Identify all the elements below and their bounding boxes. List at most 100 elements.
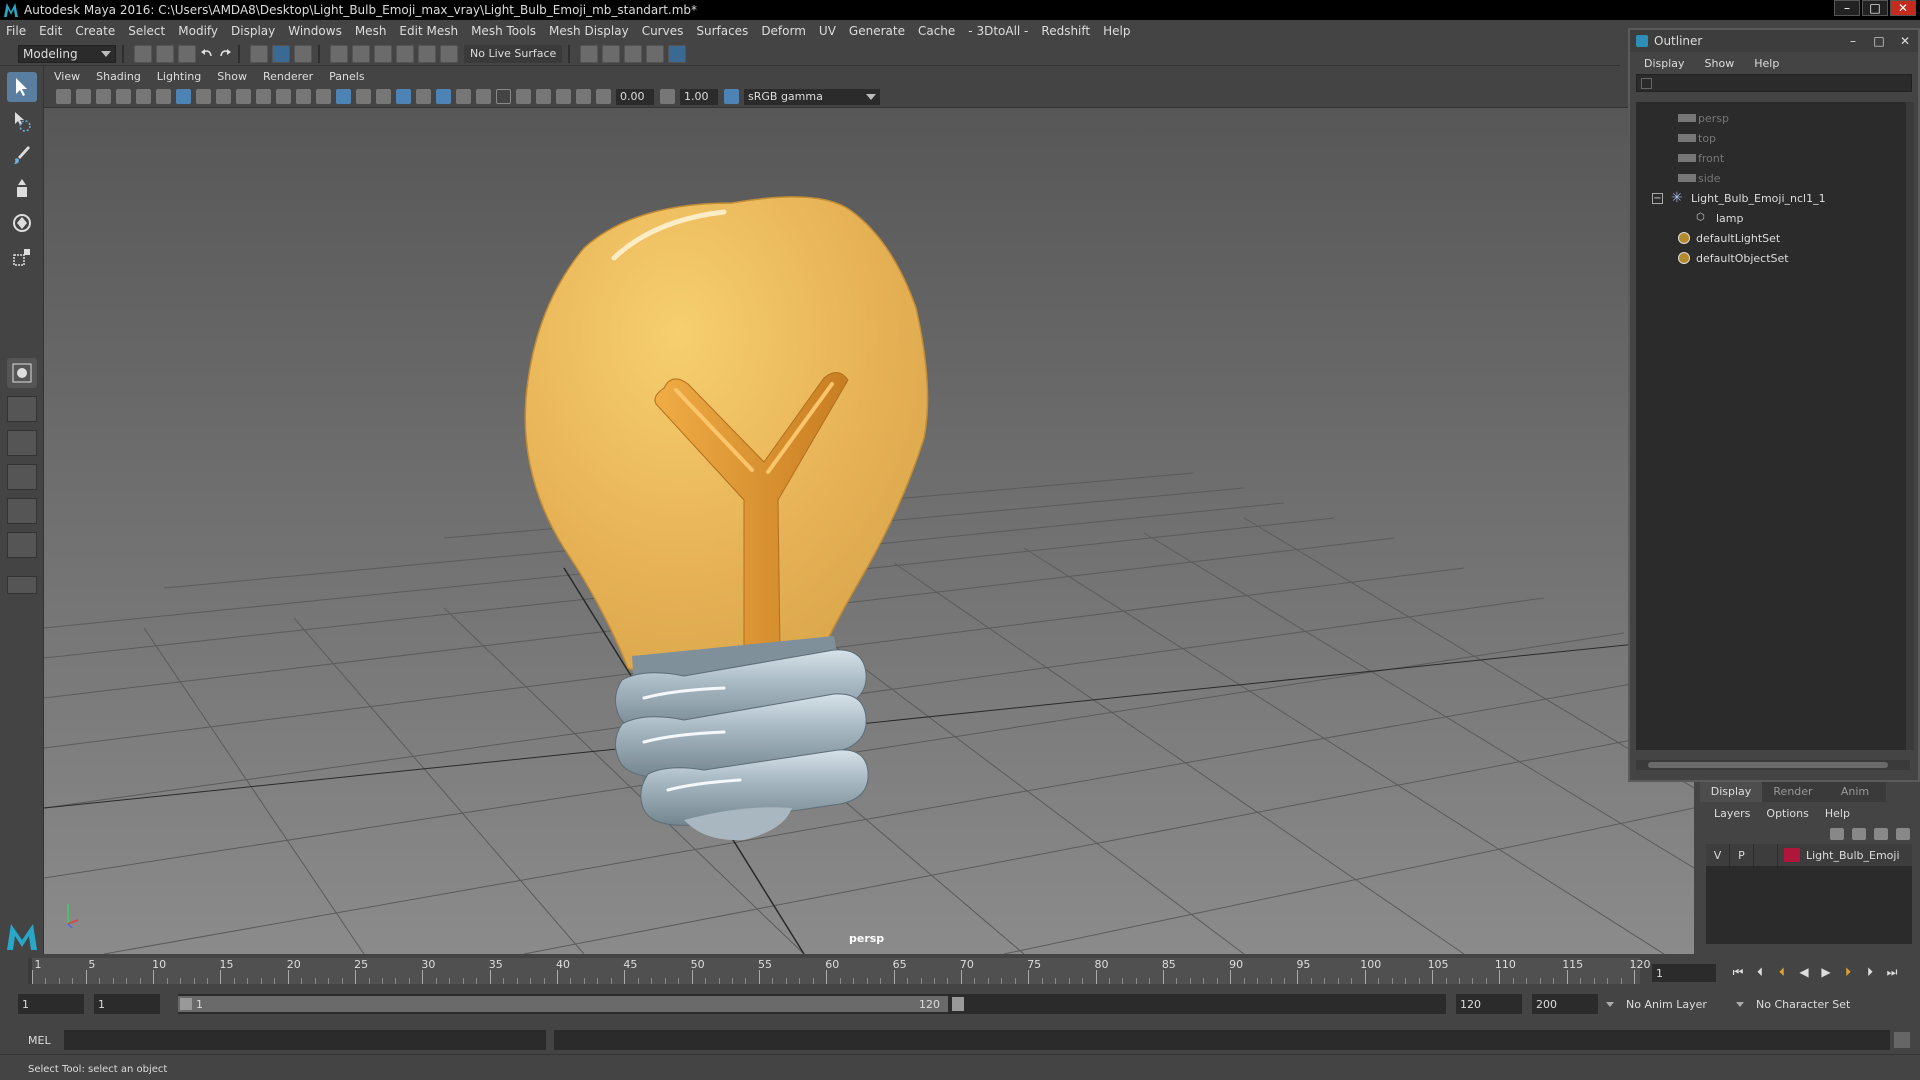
outliner-maximize-button[interactable]: □ [1866,34,1892,48]
move-layer-up-icon[interactable] [1830,828,1844,840]
grease-pencil-icon[interactable] [156,89,171,104]
go-to-end-icon[interactable]: ⏭ [1884,964,1900,980]
outliner-minimize-button[interactable]: – [1840,34,1866,48]
playback-end-field[interactable]: 120 [1456,994,1522,1014]
script-editor-icon[interactable] [1894,1032,1910,1048]
exposure-icon[interactable] [596,89,611,104]
camera-attributes-icon[interactable] [76,89,91,104]
open-scene-icon[interactable] [156,44,174,63]
panel-menu-lighting[interactable]: Lighting [157,70,201,83]
range-slider-handle[interactable]: 1 120 [178,996,964,1012]
menu-edit-mesh[interactable]: Edit Mesh [399,24,458,38]
gate-mask-icon[interactable] [236,89,251,104]
hypershade-icon[interactable] [668,44,687,63]
layer-visibility-toggle[interactable]: V [1706,844,1730,866]
move-tool-icon[interactable] [7,174,37,204]
layer-menu-layers[interactable]: Layers [1714,807,1750,820]
panel-menu-show[interactable]: Show [217,70,247,83]
outliner-menu-show[interactable]: Show [1705,57,1735,70]
gamma-field[interactable]: 1.00 [680,88,718,105]
start-time-field[interactable]: 1 [18,994,84,1014]
menu-generate[interactable]: Generate [849,24,905,38]
render-view-icon[interactable] [602,44,621,63]
menu-mesh[interactable]: Mesh [355,24,387,38]
layout-side-by-side-button[interactable] [7,464,37,490]
live-surface-field[interactable]: No Live Surface [464,44,563,63]
script-language-toggle[interactable]: MEL [28,1034,51,1047]
menu-select[interactable]: Select [128,24,165,38]
panel-menu-panels[interactable]: Panels [329,70,364,83]
snap-point-icon[interactable] [374,44,392,63]
snap-curve-icon[interactable] [352,44,370,63]
outliner-search-field[interactable] [1636,74,1912,92]
xray-joints-icon[interactable] [576,89,591,104]
exposure-field[interactable]: 0.00 [616,88,654,105]
step-back-frame-icon[interactable]: ⏴ [1752,964,1768,980]
anim-layer-dropdown[interactable]: No Anim Layer [1626,998,1707,1011]
menu-surfaces[interactable]: Surfaces [696,24,748,38]
outliner-item-front[interactable]: front [1678,148,1724,168]
wireframe-icon[interactable] [316,89,331,104]
layer-menu-help[interactable]: Help [1825,807,1850,820]
move-layer-down-icon[interactable] [1852,828,1866,840]
layout-outliner-persp-button[interactable] [7,532,37,558]
menu-edit[interactable]: Edit [39,24,62,38]
new-scene-icon[interactable] [134,44,152,63]
motion-blur-icon[interactable] [476,89,491,104]
current-time-marker[interactable] [28,958,32,984]
safe-action-icon[interactable] [276,89,291,104]
maximize-button[interactable]: □ [1862,0,1888,16]
play-backwards-icon[interactable]: ◀ [1796,964,1812,980]
panel-menu-shading[interactable]: Shading [96,70,141,83]
outliner-menu-display[interactable]: Display [1644,57,1685,70]
select-tool-icon[interactable] [7,72,37,102]
menu-set-dropdown[interactable]: Modeling [18,44,116,63]
chevron-down-icon[interactable] [1606,1002,1614,1007]
menu-create[interactable]: Create [75,24,115,38]
go-to-start-icon[interactable]: ⏮ [1730,964,1746,980]
layer-color-swatch[interactable] [1784,848,1800,862]
command-input[interactable] [64,1030,546,1050]
film-gate-icon[interactable] [196,89,211,104]
image-plane-icon[interactable] [116,89,131,104]
viewport-scene[interactable] [44,108,1694,954]
outliner-item-lamp[interactable]: ⬡ lamp [1696,208,1744,228]
outliner-vertical-scrollbar[interactable] [1906,102,1914,750]
outliner-item-top[interactable]: top [1678,128,1716,148]
menu-mesh-tools[interactable]: Mesh Tools [471,24,536,38]
range-slider-bar[interactable]: 1 120 [178,994,1446,1014]
menu-file[interactable]: File [6,24,26,38]
time-slider[interactable]: 1 5 10 15 20 25 30 35 40 45 50 55 60 65 70 75 80 85 90 95 10… [0,954,1920,988]
smooth-shade-icon[interactable] [336,89,351,104]
bookmark-icon[interactable] [96,89,111,104]
resolution-gate-icon[interactable] [216,89,231,104]
select-hierarchy-icon[interactable] [250,44,268,63]
grid-icon[interactable] [176,89,191,104]
outliner-close-button[interactable]: ✕ [1892,34,1918,48]
select-component-icon[interactable] [294,44,312,63]
snap-surface-icon[interactable] [418,44,436,63]
textured-icon[interactable] [396,89,411,104]
camera-select-icon[interactable] [56,89,71,104]
playback-start-field[interactable]: 1 [94,994,160,1014]
time-slider-ruler[interactable]: 1 5 10 15 20 25 30 35 40 45 50 55 60 65 70 75 80 85 90 95 10… [28,958,1651,984]
menu-windows[interactable]: Windows [288,24,342,38]
animation-preferences-icon[interactable] [1890,994,1904,1010]
step-forward-frame-icon[interactable]: ⏵ [1862,964,1878,980]
outliner-item-side[interactable]: side [1678,168,1721,188]
menu-mesh-display[interactable]: Mesh Display [549,24,629,38]
ipr-render-icon[interactable] [646,44,665,63]
anti-aliasing-icon[interactable] [496,89,511,104]
color-management-icon[interactable] [724,89,739,104]
menu-3dtoall[interactable]: - 3DtoAll - [968,24,1028,38]
field-chart-icon[interactable] [256,89,271,104]
gamma-icon[interactable] [660,89,675,104]
outliner-title-bar[interactable]: Outliner – □ ✕ [1630,30,1918,52]
redo-icon[interactable] [218,46,232,62]
panel-menu-view[interactable]: View [54,70,80,83]
last-tool-icon[interactable] [7,358,37,388]
collapse-icon[interactable]: − [1652,192,1663,204]
layout-persp-graph-button[interactable] [7,498,37,524]
close-button[interactable]: ✕ [1890,0,1916,16]
snap-live-icon[interactable] [440,44,458,63]
